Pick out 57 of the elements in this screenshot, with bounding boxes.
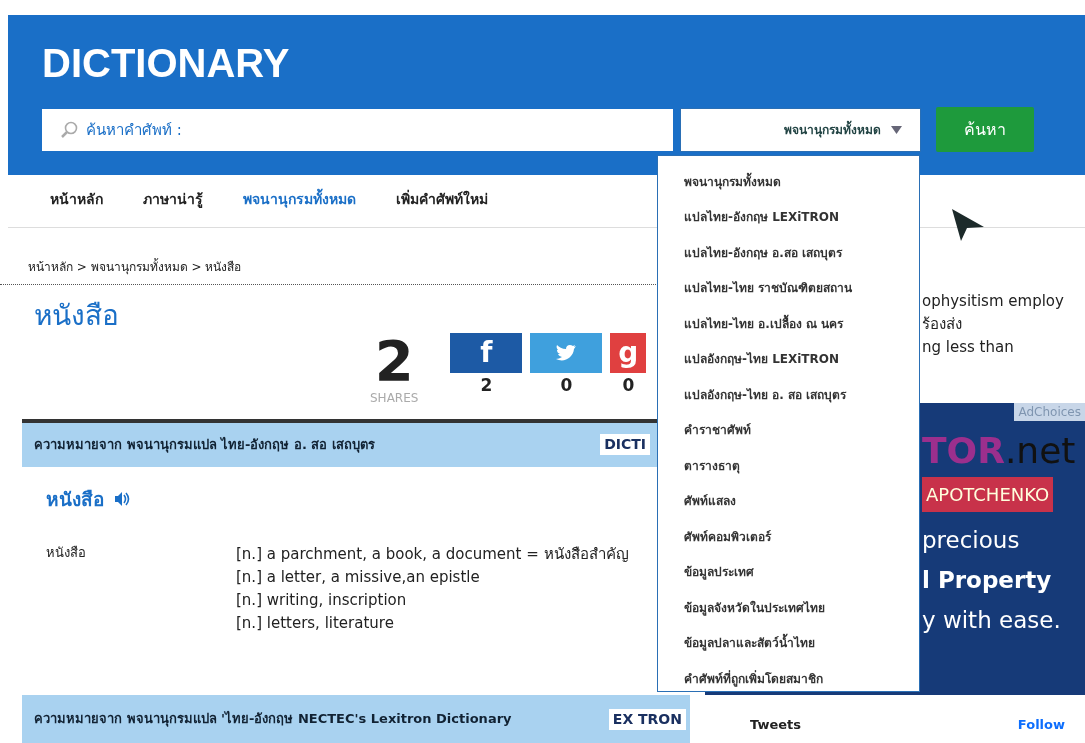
dropdown-option[interactable]: แปลอังกฤษ-ไทย LEXiTRON bbox=[684, 341, 919, 377]
twitter-share-button[interactable] bbox=[530, 332, 603, 373]
dropdown-option[interactable]: ศัพท์คอมพิวเตอร์ bbox=[684, 519, 919, 555]
ad-text: l Property bbox=[922, 566, 1053, 595]
dropdown-option[interactable]: พจนานุกรมทั้งหมด bbox=[684, 164, 919, 200]
dropdown-option[interactable]: คำราชาศัพท์ bbox=[684, 412, 919, 448]
sidebar-text: ร้องส่ง bbox=[922, 314, 962, 335]
word-title: หนังสือ bbox=[34, 299, 119, 333]
bird-icon bbox=[554, 342, 579, 363]
entry-term: หนังสือ bbox=[46, 544, 87, 563]
nav-link-item[interactable]: พจนานุกรมทั้งหมด bbox=[243, 189, 356, 227]
dropdown-option[interactable]: แปลไทย-อังกฤษ LEXiTRON bbox=[684, 199, 919, 235]
facebook-share-button[interactable]: f bbox=[450, 332, 523, 373]
nav-link-item[interactable]: ภาษาน่ารู้ bbox=[143, 189, 203, 227]
dropdown-option[interactable]: ข้อมูลปลาและสัตว์น้ำไทย bbox=[684, 625, 919, 661]
nav-link-item[interactable]: เพิ่มคำศัพท์ใหม่ bbox=[396, 189, 488, 227]
ad-text: precious bbox=[922, 526, 1021, 555]
ad-brand: TOR.net bbox=[922, 433, 1076, 469]
meaning-line: [n.] writing, inscription bbox=[236, 590, 408, 612]
source-title: ความหมายจาก พจนานุกรมแปล ไทย-อังกฤษ อ. สอ เสถบุตร bbox=[34, 435, 375, 455]
share-count: 2 bbox=[479, 373, 494, 397]
headword: หนังสือ bbox=[46, 486, 104, 512]
search-field[interactable]: ค้นหาคำศัพท์ : bbox=[42, 108, 673, 151]
dropdown-option[interactable]: แปลไทย-ไทย ราชบัณฑิตยสถาน bbox=[684, 270, 919, 306]
nav-link-item[interactable]: หน้าหลัก bbox=[50, 189, 103, 227]
speaker-icon bbox=[114, 490, 131, 507]
dropdown-option[interactable]: แปลไทย-ไทย อ.เปลื้อง ณ นคร bbox=[684, 306, 919, 342]
ad-text: y with ease. bbox=[922, 606, 1062, 635]
site-title: DICTIONARY bbox=[42, 43, 291, 83]
source-title: ความหมายจาก พจนานุกรมแปล 'ไทย-อังกฤษ NECTEC's Lexitron Dictionary bbox=[34, 710, 512, 729]
share-count: 2 bbox=[373, 332, 415, 389]
sidebar-text: ng less than bbox=[922, 337, 1014, 358]
dictionary-logo: EX TRON bbox=[608, 708, 686, 730]
search-button[interactable]: ค้นหา bbox=[936, 107, 1034, 152]
google-share-button[interactable]: g bbox=[610, 332, 647, 373]
share-count: 0 bbox=[621, 373, 636, 397]
dropdown-option[interactable]: ตารางธาตุ bbox=[684, 448, 919, 484]
meaning-line: [n.] a parchment, a book, a document = หนังสือสำคัญ bbox=[236, 544, 629, 566]
search-icon bbox=[60, 120, 78, 139]
follow-button[interactable]: Follow bbox=[1017, 715, 1065, 735]
mouse-pointer-icon bbox=[950, 207, 986, 243]
meaning-line: [n.] letters, literature bbox=[236, 613, 395, 635]
meaning-line: [n.] a letter, a missive,an epistle bbox=[236, 567, 481, 589]
dictionary-logo: DICTI bbox=[600, 434, 650, 456]
caret-icon bbox=[891, 125, 902, 134]
share-count: 0 bbox=[559, 373, 574, 397]
dropdown-option[interactable]: ข้อมูลประเทศ bbox=[684, 554, 919, 590]
dropdown-option[interactable]: ศัพท์แสลง bbox=[684, 483, 919, 519]
sidebar-text: ophysitism employ bbox=[922, 291, 1064, 312]
ad-slogan: APOTCHENKO bbox=[922, 477, 1054, 512]
dropdown-option[interactable]: คำศัพท์ที่ถูกเพิ่มโดยสมาชิก bbox=[684, 661, 919, 697]
dropdown-option[interactable]: แปลอังกฤษ-ไทย อ. สอ เสถบุตร bbox=[684, 377, 919, 413]
shares-label: SHARES bbox=[370, 389, 419, 407]
dropdown-option[interactable]: ข้อมูลจังหวัดในประเทศไทย bbox=[684, 590, 919, 626]
dropdown-option[interactable]: แปลไทย-อังกฤษ อ.สอ เสถบุตร bbox=[684, 235, 919, 271]
tweets-heading: Tweets bbox=[750, 716, 802, 734]
dictionary-select[interactable]: พจนานุกรมทั้งหมด bbox=[681, 108, 920, 151]
